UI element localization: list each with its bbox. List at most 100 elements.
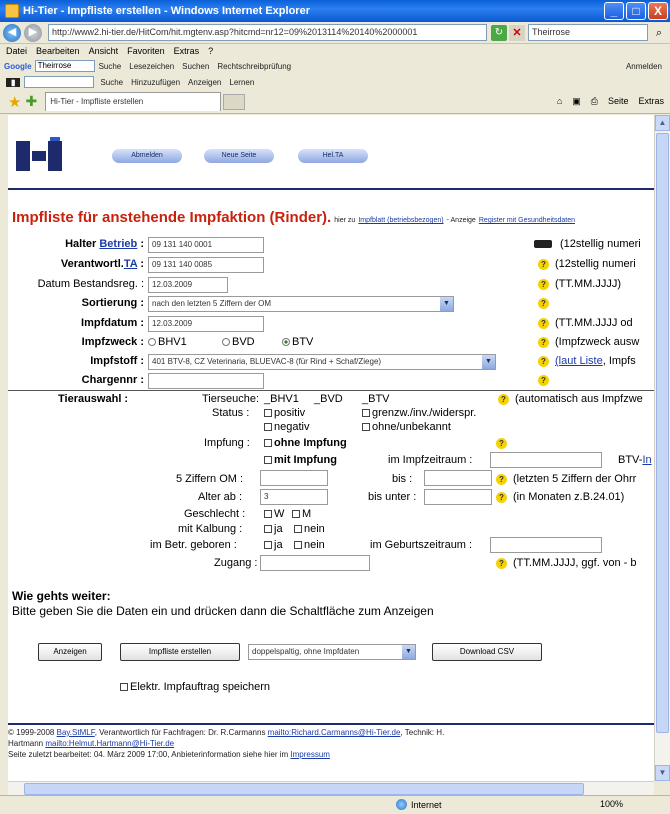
geboren-ja[interactable]: ja xyxy=(264,539,283,551)
format-select[interactable]: doppelspaltig, ohne Impfdaten ▼ xyxy=(248,644,416,660)
alter-from-field[interactable]: 3 xyxy=(260,489,328,505)
minimize-button[interactable]: _ xyxy=(604,2,624,20)
back-button[interactable]: ◀ xyxy=(3,23,21,42)
checkbox-icon[interactable] xyxy=(292,510,300,519)
checkbox-icon[interactable] xyxy=(362,409,370,418)
ziffern-to-field[interactable] xyxy=(424,470,492,486)
checkbox-icon[interactable] xyxy=(120,683,128,692)
print-icon[interactable]: ⎙ xyxy=(591,96,598,107)
impfblatt-link[interactable]: Impfblatt (betriebsbezogen) xyxy=(358,217,443,224)
help-icon[interactable]: ? xyxy=(538,355,549,367)
carmanns-mail-link[interactable]: mailto:Richard.Carmanns@Hi-Tier.de xyxy=(268,728,401,737)
kalbung-nein[interactable]: nein xyxy=(294,523,325,535)
google-search-input[interactable]: Theirrose xyxy=(34,60,95,72)
toolbar-item-suche[interactable]: Suche xyxy=(100,78,123,87)
checkbox-icon[interactable] xyxy=(264,439,272,448)
elektr-impfauftrag-checkbox[interactable]: Elektr. Impfauftrag speichern xyxy=(120,681,270,693)
home-icon[interactable]: ⌂ xyxy=(557,96,562,107)
stop-icon[interactable]: ✕ xyxy=(509,24,525,41)
sortierung-select[interactable]: nach den letzten 5 Ziffern der OM ▼ xyxy=(148,296,454,312)
hartmann-mail-link[interactable]: mailto:Helmut.Hartmann@Hi-Tier.de xyxy=(45,739,174,748)
help-icon[interactable]: ? xyxy=(496,473,507,485)
close-button[interactable]: X xyxy=(648,2,668,20)
search-input[interactable]: Theirrose xyxy=(528,24,648,41)
geboren-nein[interactable]: nein xyxy=(294,539,325,551)
tierseuche-btv[interactable]: _BTV xyxy=(362,393,390,405)
cmd-seite[interactable]: Seite xyxy=(608,96,629,107)
horizontal-scroll-thumb[interactable] xyxy=(24,783,584,795)
help-icon[interactable]: ? xyxy=(538,336,549,348)
betrieb-link[interactable]: Betrieb xyxy=(99,238,137,250)
google-item-lesezeichen[interactable]: Lesezeichen xyxy=(129,62,174,71)
toolbar-item-anzeigen[interactable]: Anzeigen xyxy=(188,78,221,87)
alter-to-field[interactable] xyxy=(424,489,492,505)
kalbung-ja[interactable]: ja xyxy=(264,523,283,535)
geschlecht-m[interactable]: M xyxy=(292,508,311,520)
verantwortl-field[interactable]: 09 131 140 0085 xyxy=(148,257,264,273)
checkbox-icon[interactable] xyxy=(362,423,370,432)
status-negativ[interactable]: negativ xyxy=(264,421,309,433)
help-icon[interactable]: ? xyxy=(498,393,509,405)
zoom-level[interactable]: 100% xyxy=(600,799,623,809)
impfzeitraum-field[interactable] xyxy=(490,452,602,468)
halter-field[interactable]: 09 131 140 0001 xyxy=(148,237,264,253)
vertical-scroll-thumb[interactable] xyxy=(656,133,669,733)
help-icon[interactable]: ? xyxy=(538,317,549,329)
checkbox-icon[interactable] xyxy=(264,525,272,534)
status-ohne[interactable]: ohne/unbekannt xyxy=(362,421,451,433)
laut-liste-link[interactable]: (laut Liste xyxy=(555,355,603,367)
radio-icon[interactable] xyxy=(148,338,156,347)
horizontal-scrollbar[interactable] xyxy=(8,781,654,795)
checkbox-icon[interactable] xyxy=(264,409,272,418)
favorites-star-icon[interactable]: ★ xyxy=(8,93,21,111)
vertical-scrollbar[interactable]: ▲ ▼ xyxy=(654,115,670,781)
forward-button[interactable]: ▶ xyxy=(24,23,42,42)
menu-favoriten[interactable]: Favoriten xyxy=(127,46,165,56)
menu-extras[interactable]: Extras xyxy=(174,46,200,56)
chargennr-field[interactable] xyxy=(148,373,264,389)
checkbox-icon[interactable] xyxy=(264,423,272,432)
help-icon[interactable]: ? xyxy=(538,278,549,290)
search-icon[interactable]: ⌕ xyxy=(651,25,667,41)
ta-link[interactable]: TA xyxy=(124,258,137,270)
add-favorite-icon[interactable]: ✚ xyxy=(25,93,37,110)
impressum-link[interactable]: Impressum xyxy=(290,750,330,759)
help-icon[interactable]: ? xyxy=(496,491,507,503)
toolbar-item-lernen[interactable]: Lernen xyxy=(229,78,254,87)
google-item-suchen[interactable]: Suchen xyxy=(182,62,209,71)
maximize-button[interactable]: □ xyxy=(626,2,646,20)
menu-datei[interactable]: Datei xyxy=(6,46,27,56)
google-item-anmelden[interactable]: Anmelden xyxy=(626,62,662,71)
impfzweck-radio-btv[interactable]: BTV xyxy=(282,336,313,348)
checkbox-icon[interactable] xyxy=(294,525,302,534)
help-icon[interactable]: ? xyxy=(496,437,507,449)
ziffern-from-field[interactable] xyxy=(260,470,328,486)
google-item-rechtschreibung[interactable]: Rechtschreibprüfung xyxy=(217,62,291,71)
help-icon[interactable]: ? xyxy=(538,374,549,386)
hel-ta-button[interactable]: Hel.TA xyxy=(298,149,368,163)
menu-help[interactable]: ? xyxy=(208,46,213,56)
register-link[interactable]: Register mit Gesundheitsdaten xyxy=(479,217,575,224)
radio-selected-icon[interactable] xyxy=(282,338,290,347)
tierseuche-bhv1[interactable]: _BHV1 xyxy=(264,393,299,405)
impfzweck-radio-bvd[interactable]: BVD xyxy=(222,336,255,348)
neue-seite-button[interactable]: Neue Seite xyxy=(204,149,274,163)
menu-bearbeiten[interactable]: Bearbeiten xyxy=(36,46,80,56)
refresh-icon[interactable]: ↻ xyxy=(491,24,507,41)
help-icon[interactable]: ? xyxy=(496,557,507,569)
toolbar-item-hinzu[interactable]: Hinzuzufügen xyxy=(131,78,180,87)
checkbox-icon[interactable] xyxy=(264,456,272,465)
new-tab-button[interactable] xyxy=(223,93,246,110)
cmd-extras[interactable]: Extras xyxy=(638,96,664,107)
scroll-down-icon[interactable]: ▼ xyxy=(655,765,670,781)
impfung-mit[interactable]: mit Impfung xyxy=(264,454,337,466)
checkbox-icon[interactable] xyxy=(264,541,272,550)
status-grenzw[interactable]: grenzw./inv./widerspr. xyxy=(362,407,476,419)
impfliste-erstellen-button[interactable]: Impfliste erstellen xyxy=(120,643,240,661)
impfstoff-select[interactable]: 401 BTV-8, CZ Veterinaria, BLUEVAC-8 (fü… xyxy=(148,354,496,370)
datum-field[interactable]: 12.03.2009 xyxy=(148,277,228,293)
geburtszeitraum-field[interactable] xyxy=(490,537,602,553)
anzeigen-button[interactable]: Anzeigen xyxy=(38,643,102,661)
download-csv-button[interactable]: Download CSV xyxy=(432,643,542,661)
feeds-icon[interactable]: ▣ xyxy=(572,96,581,107)
